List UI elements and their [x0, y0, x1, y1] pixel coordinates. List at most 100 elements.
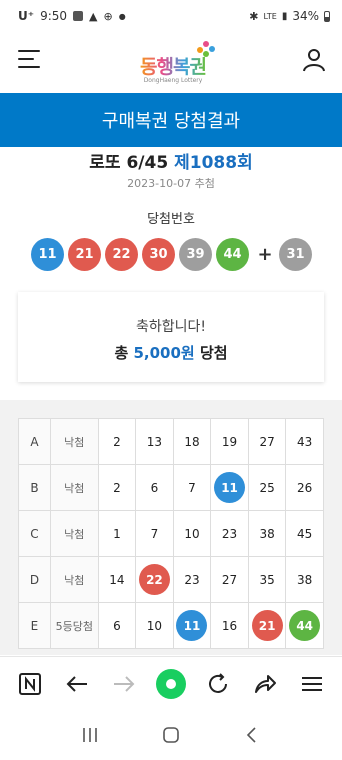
ticket-key: E [18, 602, 51, 649]
draw-round: 로또 6/45 제1088회 [0, 148, 342, 173]
ticket-number: 7 [188, 480, 196, 495]
ticket-number-cell: 22 [135, 556, 174, 603]
recents-icon[interactable] [80, 726, 100, 744]
ticket-number-cell: 13 [135, 418, 174, 465]
green-dot-icon[interactable] [155, 668, 187, 700]
ticket-number: 10 [146, 618, 163, 633]
ticket-number-cell: 11 [172, 602, 212, 649]
menu-button[interactable] [18, 50, 40, 70]
ticket-number: 19 [221, 434, 238, 449]
back-arrow-icon[interactable] [61, 668, 93, 700]
winning-ball: 30 [142, 238, 175, 271]
ticket-number: 14 [109, 572, 125, 587]
carrier-label: U⁺ [18, 9, 35, 23]
ticket-number-cell: 6 [97, 602, 137, 649]
forward-arrow-icon[interactable] [108, 668, 140, 700]
bluetooth-icon: ✱ [249, 9, 259, 23]
prize-amount: 총 5,000원 당첨 [114, 344, 228, 362]
ticket-key: B [18, 464, 51, 511]
ticket-number: 27 [259, 434, 275, 449]
ticket-number: 7 [150, 526, 159, 541]
ticket-number: 18 [184, 434, 200, 449]
congrats-text: 축하합니다! [135, 319, 206, 335]
ticket-number: 13 [146, 434, 163, 449]
ticket-result: 낙첨 [49, 510, 99, 557]
ticket-number-cell: 43 [285, 418, 324, 465]
ticket-number: 10 [184, 526, 200, 541]
ticket-number-cell: 7 [135, 510, 174, 557]
ticket-number-cell: 23 [172, 556, 212, 603]
ticket-number-cell: 18 [172, 418, 212, 465]
ticket-number: 16 [221, 618, 238, 633]
winning-ball: 39 [179, 238, 212, 271]
matched-number: 22 [138, 564, 170, 595]
ticket-number-cell: 44 [285, 602, 324, 649]
ticket-number: 2 [113, 434, 121, 449]
ticket-number-cell: 45 [285, 510, 324, 557]
battery-icon [324, 10, 330, 22]
matched-number: 44 [289, 610, 321, 641]
ticket-number: 23 [184, 572, 200, 587]
winning-ball: 44 [216, 238, 249, 271]
home-icon[interactable] [161, 725, 181, 745]
ticket-number: 23 [221, 526, 238, 541]
ticket-number-cell: 23 [210, 510, 249, 557]
ticket-row: A 낙첨 2 13 18 19 27 43 [18, 418, 324, 465]
ticket-number-cell: 2 [97, 418, 137, 465]
ticket-number-cell: 38 [247, 510, 287, 557]
ticket-row: B 낙첨 2 6 7 11 25 26 [18, 464, 324, 511]
ticket-row: C 낙첨 1 7 10 23 38 45 [18, 510, 324, 557]
ticket-result: 5등당첨 [49, 602, 99, 649]
ticket-key: A [18, 418, 51, 465]
ticket-number: 38 [297, 572, 313, 587]
ticket-result: 낙첨 [49, 418, 99, 465]
app-icon: ⊕ [103, 9, 113, 23]
ticket-number: 1 [113, 526, 121, 541]
ticket-key: C [18, 510, 51, 557]
winning-ball: 22 [105, 238, 138, 271]
ticket-number-cell: 21 [247, 602, 287, 649]
ticket-number: 43 [297, 434, 313, 449]
ticket-number: 38 [259, 526, 275, 541]
share-icon[interactable] [249, 668, 281, 700]
winning-ball: 11 [31, 238, 64, 271]
ticket-number: 45 [297, 526, 313, 541]
network-label: LTE [263, 11, 277, 21]
winning-numbers: 11 21 22 30 39 44 +31 [31, 238, 316, 271]
page-title: 구매복권 당첨결과 [101, 111, 241, 132]
matched-number: 11 [214, 472, 246, 503]
round-number: 제1088회 [174, 153, 253, 173]
browser-toolbar [0, 656, 342, 710]
ticket-number: 35 [259, 572, 275, 587]
gallery-icon [73, 11, 84, 21]
menu-icon[interactable] [296, 668, 328, 700]
ticket-key: D [18, 556, 51, 603]
signal-icon: ▮ [281, 10, 288, 22]
logo[interactable]: 동행복권 DongHaeng Lottery [128, 40, 218, 84]
title-bar: 구매복권 당첨결과 [0, 93, 342, 147]
ticket-number: 27 [221, 572, 238, 587]
ticket-row: E 5등당첨 6 10 11 16 21 44 [18, 602, 324, 649]
refresh-icon[interactable] [202, 668, 234, 700]
battery-text: 34% [292, 9, 319, 23]
status-bar: U⁺ 9:50 ▲ ⊕ ● ✱ LTE ▮ 34% [0, 0, 342, 32]
ticket-number-cell: 7 [172, 464, 212, 511]
ticket-number-cell: 19 [210, 418, 249, 465]
logo-mark-icon [197, 41, 215, 57]
dot-icon: ● [118, 11, 126, 21]
ticket-number-cell: 10 [135, 602, 174, 649]
naver-icon[interactable] [14, 668, 46, 700]
ticket-number: 6 [150, 480, 159, 495]
ticket-result: 낙첨 [49, 464, 99, 511]
system-nav-bar [0, 710, 342, 760]
prize-card: 축하합니다! 총 5,000원 당첨 [18, 292, 324, 382]
back-icon[interactable] [242, 725, 262, 745]
user-icon[interactable] [302, 48, 326, 72]
warning-icon: ▲ [89, 9, 98, 23]
bonus-ball: 31 [279, 238, 312, 271]
ticket-number-cell: 10 [172, 510, 212, 557]
ticket-number-cell: 26 [285, 464, 324, 511]
ticket-result: 낙첨 [49, 556, 99, 603]
matched-number: 11 [176, 610, 208, 641]
ticket-number-cell: 6 [135, 464, 174, 511]
